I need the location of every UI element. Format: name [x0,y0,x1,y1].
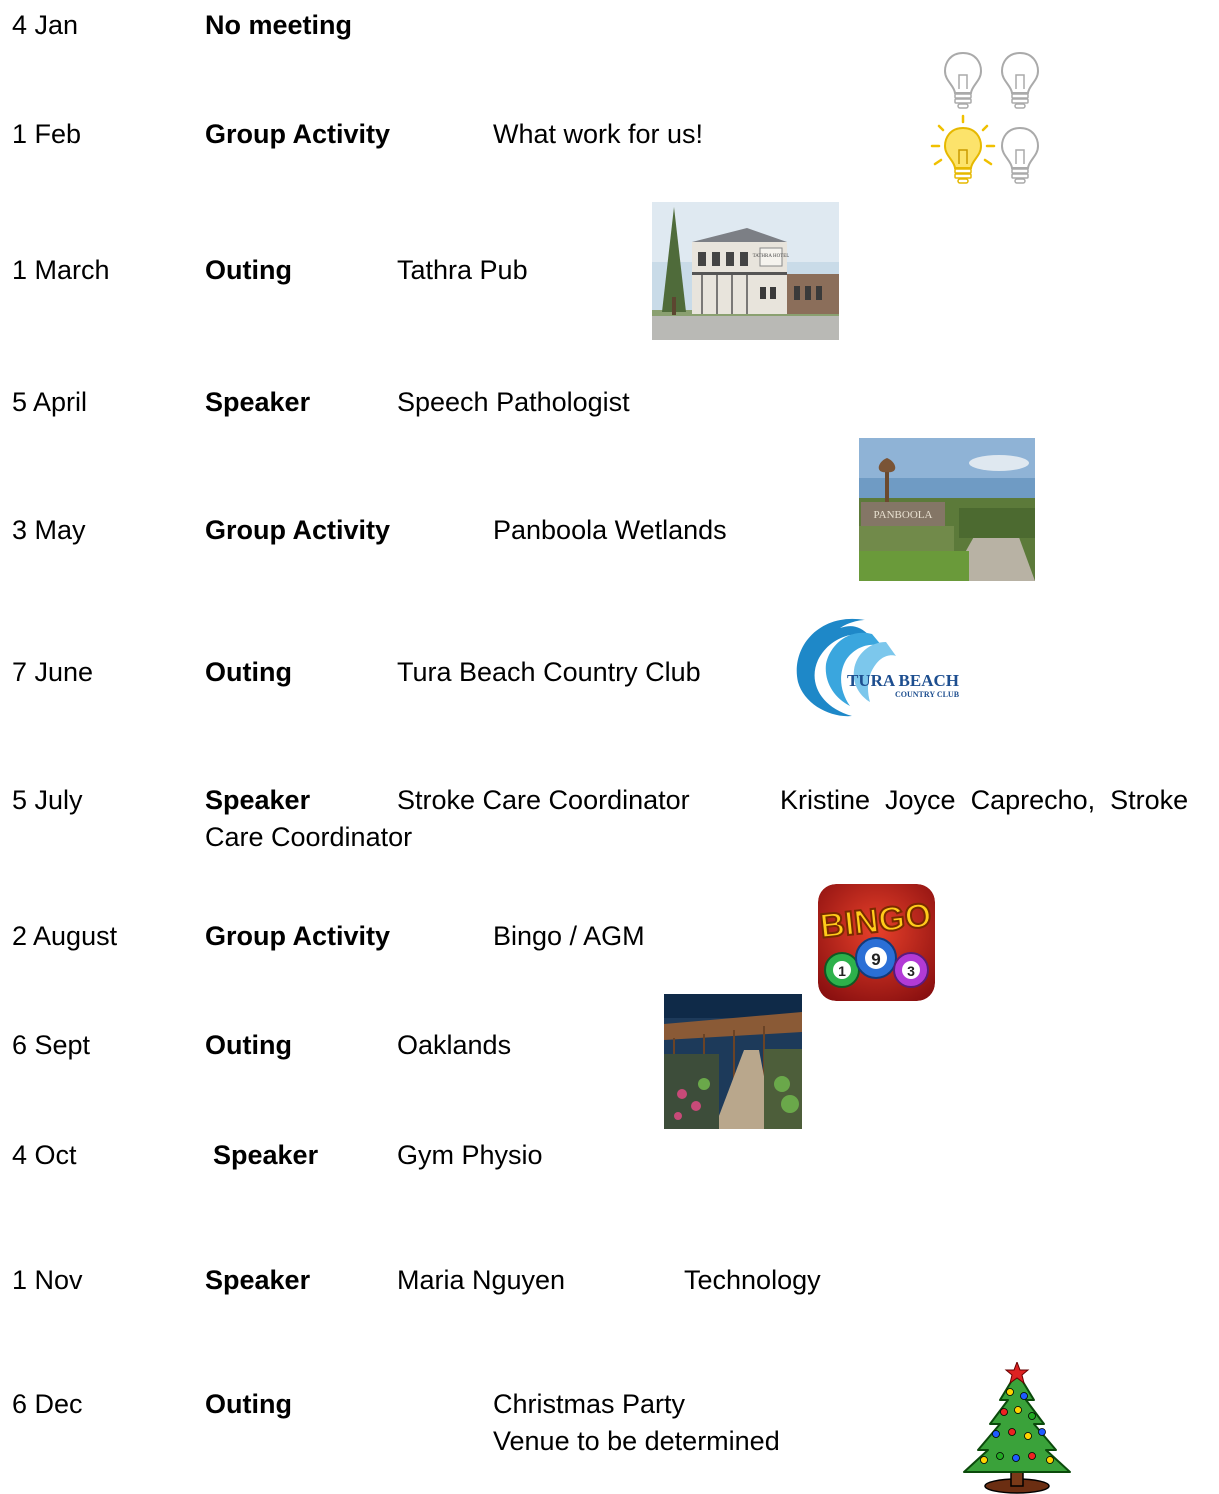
date-oct: 4 Oct [12,1140,77,1170]
detail-sep: Oaklands [397,1030,512,1060]
detail-jun: Tura Beach Country Club [397,657,701,687]
detail-apr: Speech Pathologist [397,387,630,417]
date-nov: 1 Nov [12,1265,83,1295]
date-sep: 6 Sept [12,1030,91,1060]
detail-jul: Stroke Care Coordinator [397,785,690,815]
type-oct: Speaker [213,1140,319,1170]
date-may: 3 May [12,515,86,545]
type-may: Group Activity [205,515,391,545]
oaklands-photo [664,994,802,1129]
type-jun: Outing [205,657,292,687]
tura-beach-logo: TURA BEACH COUNTRY CLUB [790,612,965,720]
bingo-ball-3: 3 [907,963,915,979]
type-mar: Outing [205,255,292,285]
type-dec: Outing [205,1389,292,1419]
panboola-photo: PANBOOLA [859,438,1035,581]
type-nov: Speaker [205,1265,311,1295]
detail-feb: What work for us! [493,119,704,149]
date-jul: 5 July [12,785,83,815]
date-dec: 6 Dec [12,1389,83,1419]
detail-aug: Bingo / AGM [493,921,645,951]
tathra-sign-text: TATHRA HOTEL [753,254,790,259]
bingo-ball-1: 1 [838,963,846,979]
type-feb: Group Activity [205,119,391,149]
tathra-pub-photo: TATHRA HOTEL [652,202,839,340]
detail-dec: Christmas Party [493,1389,686,1419]
date-apr: 5 April [12,387,88,417]
lightbulbs-icon [930,45,1045,185]
type-apr: Speaker [205,387,311,417]
tura-logo-subtext: COUNTRY CLUB [895,690,960,699]
extra-dec: Venue to be determined [493,1426,780,1456]
date-mar: 1 March [12,255,110,285]
extra2-jul: Care Coordinator [205,822,413,852]
bingo-ball-9: 9 [871,950,880,969]
extra-jul: Kristine Joyce Caprecho, Stroke [780,785,1189,815]
type-aug: Group Activity [205,921,391,951]
detail-mar: Tathra Pub [397,255,528,285]
date-feb: 1 Feb [12,119,82,149]
detail-may: Panboola Wetlands [493,515,727,545]
christmas-tree-icon [960,1362,1075,1494]
type-sep: Outing [205,1030,292,1060]
date-jun: 7 June [12,657,94,687]
date-aug: 2 August [12,921,118,951]
type-jan: No meeting [205,10,353,40]
tura-logo-text: TURA BEACH [847,671,959,690]
detail-oct: Gym Physio [397,1140,543,1170]
bingo-app-icon: BINGO 1 9 3 [818,884,935,1001]
type-jul: Speaker [205,785,311,815]
panboola-sign-text: PANBOOLA [874,509,933,521]
extra-nov: Technology [684,1265,821,1295]
detail-nov: Maria Nguyen [397,1265,566,1295]
date-jan: 4 Jan [12,10,79,40]
